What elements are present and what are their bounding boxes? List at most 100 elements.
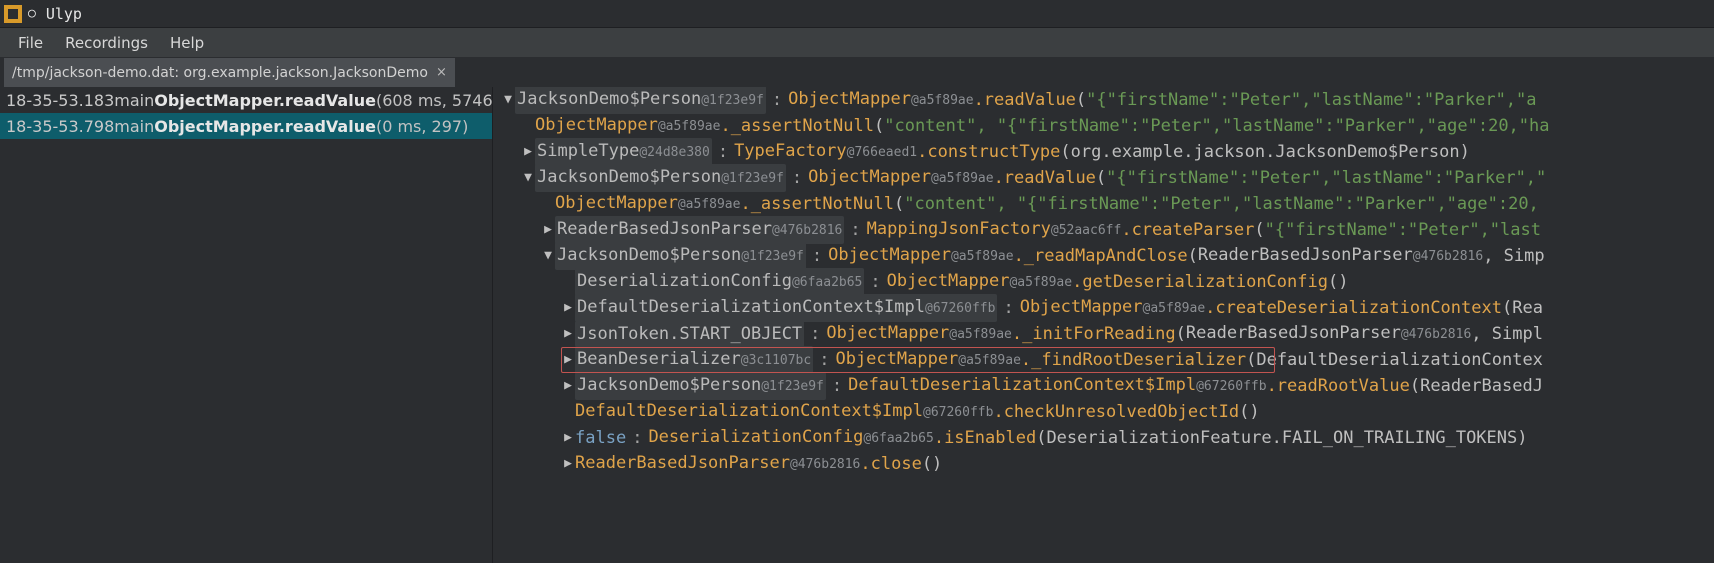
tree-row[interactable]: ▶false:DeserializationConfig@6faa2b65.is…: [493, 425, 1714, 451]
return-value: ReaderBasedJsonParser@476b2816: [555, 216, 844, 244]
arg-tail: ReaderBasedJ: [1420, 373, 1543, 399]
arg: DeserializationFeature.FAIL_ON_TRAILING_…: [1046, 425, 1517, 451]
class-name: ObjectMapper@a5f89ae: [826, 320, 1011, 348]
tree-row[interactable]: ▶DefaultDeserializationContext$Impl@6726…: [493, 295, 1714, 321]
recordings-sidebar: 18-35-53.183 main ObjectMapper.readValue…: [0, 87, 492, 563]
sidebar-row[interactable]: 18-35-53.798 main ObjectMapper.readValue…: [0, 113, 492, 139]
class-name: TypeFactory@766eaed1: [734, 138, 917, 166]
separator: :: [813, 347, 835, 373]
return-value: JacksonDemo$Person@1f23e9f: [535, 164, 786, 192]
separator: :: [864, 269, 886, 295]
method-name: ObjectMapper.readValue: [154, 117, 376, 136]
expand-arrow-icon[interactable]: ▼: [501, 87, 515, 113]
expand-arrow-icon[interactable]: ▶: [561, 295, 575, 321]
expand-arrow-icon[interactable]: ▶: [561, 347, 575, 373]
string-arg: "{"firstName":"Peter","last: [1265, 217, 1541, 243]
expand-arrow-icon[interactable]: ▼: [541, 243, 555, 269]
string-arg: "content", "{"firstName":"Peter","lastNa…: [884, 113, 1549, 139]
expand-arrow-icon[interactable]: ▶: [541, 217, 555, 243]
method-name: .constructType: [917, 139, 1060, 165]
call-info: (0 ms, 297): [376, 117, 468, 136]
arg-tail: , Simpl: [1471, 321, 1543, 347]
paren: (: [1502, 295, 1512, 321]
tree-row[interactable]: ▶ReaderBasedJsonParser@476b2816:MappingJ…: [493, 217, 1714, 243]
separator: :: [626, 425, 648, 451]
tree-row[interactable]: ▼JacksonDemo$Person@1f23e9f:ObjectMapper…: [493, 165, 1714, 191]
tree-row[interactable]: ▶ReaderBasedJsonParser@476b2816.close(): [493, 451, 1714, 477]
menu-recordings[interactable]: Recordings: [65, 34, 148, 52]
class-name: ObjectMapper@a5f89ae: [887, 268, 1072, 296]
tab-label: /tmp/jackson-demo.dat: org.example.jacks…: [12, 65, 428, 81]
string-arg: "{"firstName":"Peter","lastName":"Parker…: [1106, 165, 1546, 191]
menubar: File Recordings Help: [0, 28, 1714, 58]
method-name: .readRootValue: [1267, 373, 1410, 399]
tree-row[interactable]: ▼JacksonDemo$Person@1f23e9f:ObjectMapper…: [493, 243, 1714, 269]
paren-close: ): [1460, 139, 1470, 165]
paren: (): [1328, 269, 1348, 295]
arg-tail: , Simp: [1483, 243, 1544, 269]
method-name: ._assertNotNull: [720, 113, 874, 139]
class-name: DeserializationConfig@6faa2b65: [648, 424, 933, 452]
class-name: DefaultDeserializationContext$Impl@67260…: [848, 372, 1266, 400]
return-value: SimpleType@24d8e380: [535, 138, 712, 166]
tree-row[interactable]: DefaultDeserializationContext$Impl@67260…: [493, 399, 1714, 425]
method-name: .getDeserializationConfig: [1072, 269, 1328, 295]
call-tree[interactable]: ▼JacksonDemo$Person@1f23e9f:ObjectMapper…: [492, 87, 1714, 563]
method-name: ._findRootDeserializer: [1021, 347, 1246, 373]
tree-row[interactable]: ObjectMapper@a5f89ae._assertNotNull("con…: [493, 113, 1714, 139]
titlebar: ○ Ulyp: [0, 0, 1714, 28]
class-name: ReaderBasedJsonParser@476b2816: [575, 450, 860, 478]
tab-jackson-demo[interactable]: /tmp/jackson-demo.dat: org.example.jacks…: [4, 58, 456, 87]
separator: :: [997, 295, 1019, 321]
paren: (: [1410, 373, 1420, 399]
app-icon: [4, 5, 22, 23]
return-value: JacksonDemo$Person@1f23e9f: [515, 87, 766, 114]
paren: (: [1188, 243, 1198, 269]
sidebar-row[interactable]: 18-35-53.183 main ObjectMapper.readValue…: [0, 87, 492, 113]
tree-row[interactable]: ObjectMapper@a5f89ae._assertNotNull("con…: [493, 191, 1714, 217]
paren: (: [894, 191, 904, 217]
tabbar: /tmp/jackson-demo.dat: org.example.jacks…: [0, 58, 1714, 87]
window-button[interactable]: ○: [28, 6, 36, 21]
method-name: .createDeserializationContext: [1205, 295, 1502, 321]
thread-name: main: [114, 117, 154, 136]
return-value: false: [575, 425, 626, 451]
tree-row[interactable]: ▶SimpleType@24d8e380:TypeFactory@766eaed…: [493, 139, 1714, 165]
tree-row[interactable]: DeserializationConfig@6faa2b65:ObjectMap…: [493, 269, 1714, 295]
content-split: 18-35-53.183 main ObjectMapper.readValue…: [0, 87, 1714, 563]
return-value: JsonToken.START_OBJECT: [575, 321, 804, 347]
menu-file[interactable]: File: [18, 34, 43, 52]
paren: (: [1176, 321, 1186, 347]
method-name: ._initForReading: [1012, 321, 1176, 347]
paren: (: [1246, 347, 1256, 373]
separator: :: [804, 321, 826, 347]
expand-arrow-icon[interactable]: ▶: [521, 139, 535, 165]
class-name: ObjectMapper@a5f89ae: [1020, 294, 1205, 322]
return-value: DeserializationConfig@6faa2b65: [575, 268, 864, 296]
arg-tail: DefaultDeserializationContex: [1256, 347, 1543, 373]
tree-row[interactable]: ▶BeanDeserializer@3c1107bc:ObjectMapper@…: [493, 347, 1714, 373]
separator: :: [844, 217, 866, 243]
method-name: .readValue: [974, 87, 1076, 113]
tree-row[interactable]: ▼JacksonDemo$Person@1f23e9f:ObjectMapper…: [493, 87, 1714, 113]
class-name: DefaultDeserializationContext$Impl@67260…: [575, 398, 993, 426]
return-value: JacksonDemo$Person@1f23e9f: [555, 242, 806, 270]
separator: :: [826, 373, 848, 399]
menu-help[interactable]: Help: [170, 34, 204, 52]
return-value: BeanDeserializer@3c1107bc: [575, 346, 813, 374]
return-value: DefaultDeserializationContext$Impl@67260…: [575, 294, 997, 322]
expand-arrow-icon[interactable]: ▶: [561, 321, 575, 347]
class-name: ObjectMapper@a5f89ae: [808, 164, 993, 192]
expand-arrow-icon[interactable]: ▶: [561, 451, 575, 477]
expand-arrow-icon[interactable]: ▶: [561, 425, 575, 451]
arg-tail: Rea: [1512, 295, 1543, 321]
tree-row[interactable]: ▶JacksonDemo$Person@1f23e9f:DefaultDeser…: [493, 373, 1714, 399]
expand-arrow-icon[interactable]: ▶: [561, 373, 575, 399]
paren: (: [1096, 165, 1106, 191]
method-name: .createParser: [1121, 217, 1254, 243]
method-name: .isEnabled: [934, 425, 1036, 451]
tree-row[interactable]: ▶JsonToken.START_OBJECT:ObjectMapper@a5f…: [493, 321, 1714, 347]
separator: :: [806, 243, 828, 269]
close-icon[interactable]: ×: [436, 65, 447, 80]
expand-arrow-icon[interactable]: ▼: [521, 165, 535, 191]
